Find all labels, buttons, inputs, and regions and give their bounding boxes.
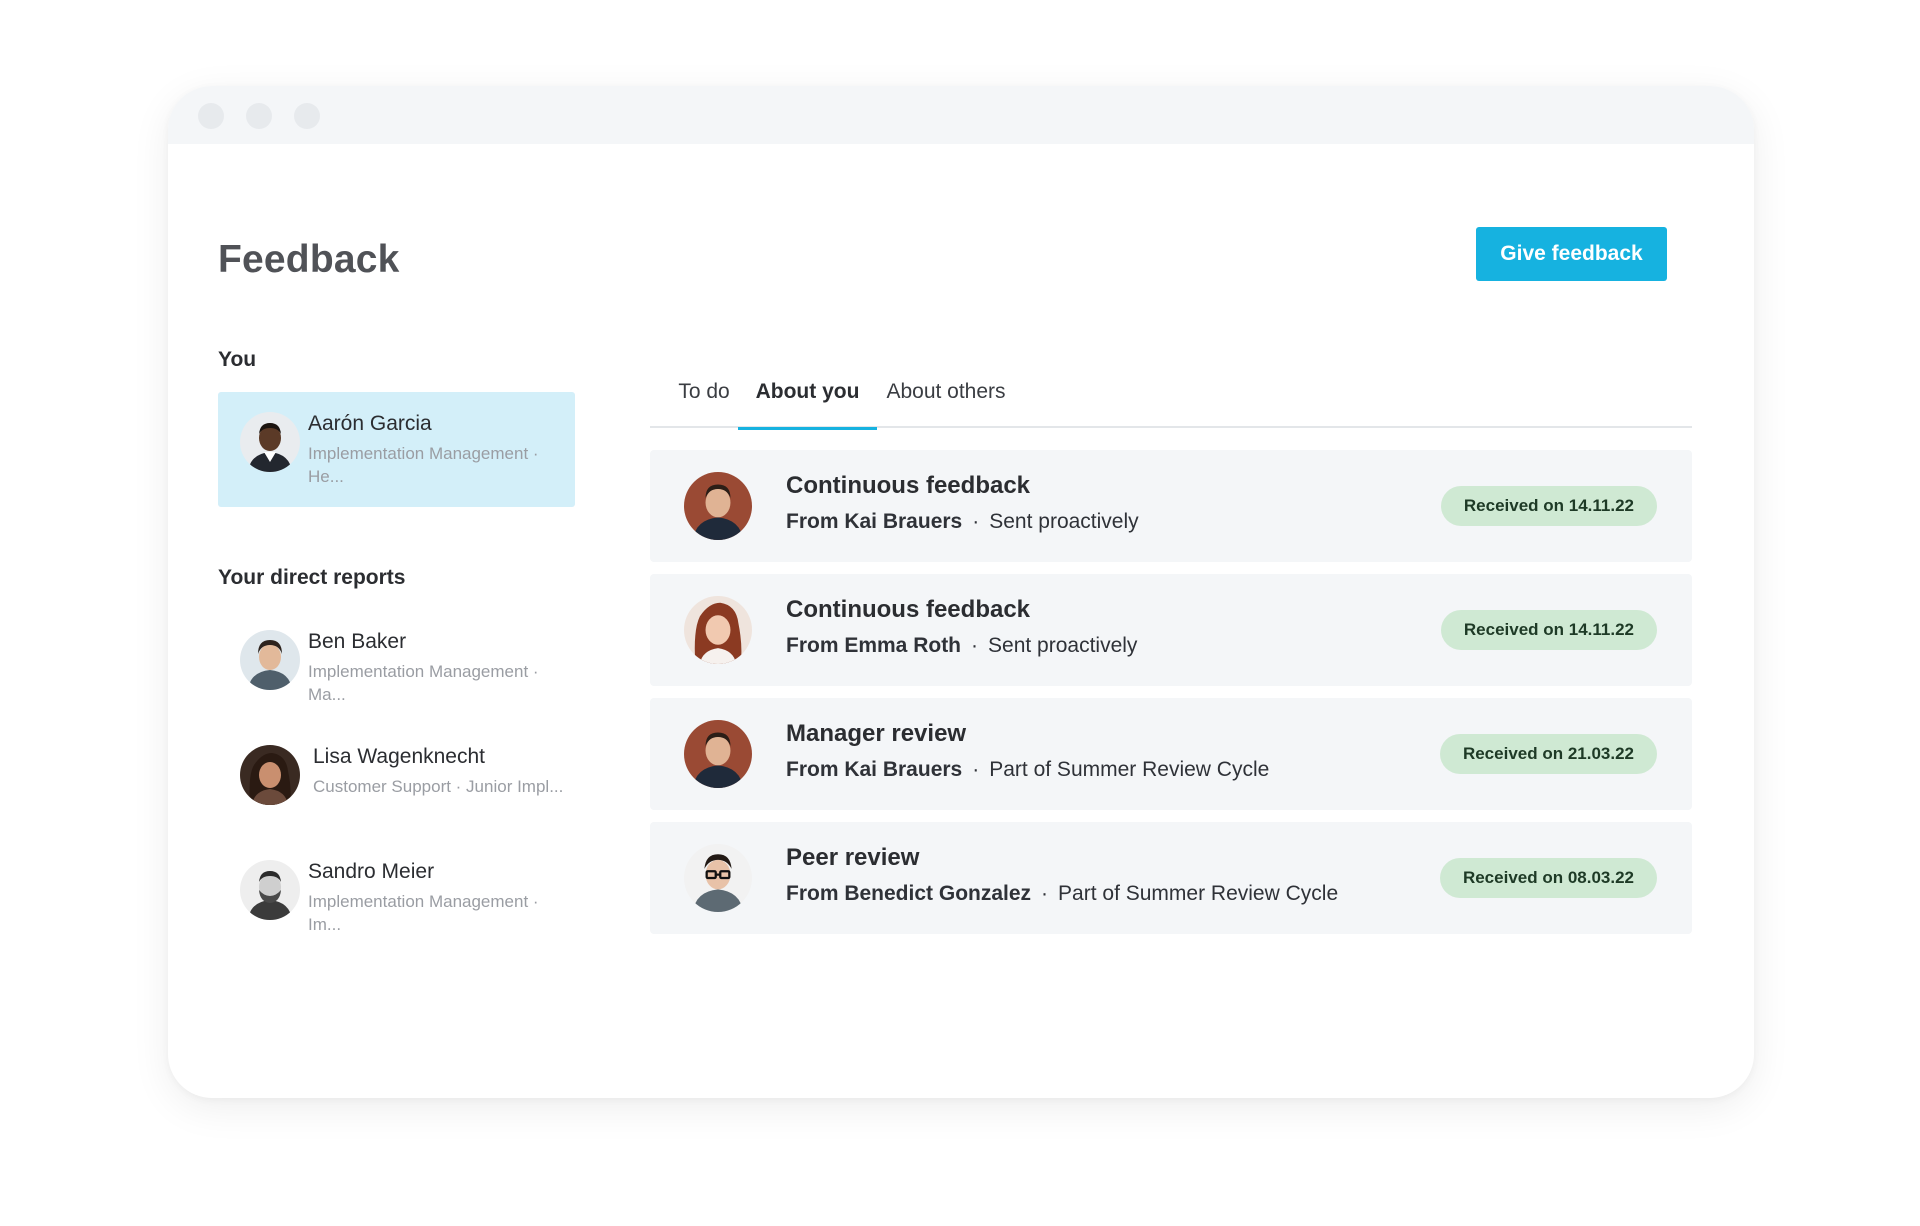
window-titlebar bbox=[168, 86, 1754, 144]
direct-reports-label: Your direct reports bbox=[218, 566, 406, 589]
avatar-ben-baker-icon bbox=[240, 630, 300, 690]
feedback-meta: From Kai Brauers · Sent proactively bbox=[786, 510, 1139, 534]
page-title: Feedback bbox=[218, 238, 400, 281]
tab-about-others[interactable]: About others bbox=[878, 356, 1014, 428]
feedback-item[interactable]: Continuous feedback From Emma Roth · Sent … bbox=[650, 574, 1692, 686]
feedback-title: Manager review bbox=[786, 720, 967, 747]
app-window: Feedback Give feedback You Aarón Garcia … bbox=[168, 86, 1754, 1098]
feedback-context: Part of Summer Review Cycle bbox=[1058, 882, 1339, 905]
tab-to-do[interactable]: To do bbox=[660, 356, 748, 428]
window-close-dot[interactable] bbox=[198, 103, 224, 129]
avatar-aaron-garcia-icon bbox=[240, 412, 300, 472]
feedback-context: Sent proactively bbox=[988, 634, 1138, 657]
feedback-title: Peer review bbox=[786, 844, 920, 871]
report-subtitle: Implementation Management · Ma... bbox=[308, 662, 539, 704]
avatar-lisa-wagenknecht-icon bbox=[240, 745, 300, 805]
feedback-from: From Emma Roth bbox=[786, 634, 962, 657]
feedback-tabs: To do About you About others bbox=[650, 356, 1692, 430]
meta-separator: · bbox=[971, 634, 979, 657]
avatar-kai-brauers-icon bbox=[684, 720, 752, 788]
meta-separator: · bbox=[972, 510, 980, 533]
meta-separator: · bbox=[1041, 882, 1049, 905]
report-name: Sandro Meier bbox=[308, 860, 435, 883]
avatar-emma-roth-icon bbox=[684, 596, 752, 664]
feedback-title: Continuous feedback bbox=[786, 472, 1031, 499]
self-name: Aarón Garcia bbox=[308, 412, 432, 435]
window-minimize-dot[interactable] bbox=[246, 103, 272, 129]
received-date-badge: Received on 08.03.22 bbox=[1439, 858, 1657, 898]
received-date-badge: Received on 14.11.22 bbox=[1440, 486, 1657, 526]
feedback-from: From Benedict Gonzalez bbox=[786, 882, 1032, 905]
tab-about-you[interactable]: About you bbox=[738, 356, 877, 430]
feedback-context: Sent proactively bbox=[989, 510, 1139, 533]
received-date-badge: Received on 14.11.22 bbox=[1440, 610, 1657, 650]
feedback-item[interactable]: Continuous feedback From Kai Brauers · Sen… bbox=[650, 450, 1692, 562]
feedback-context: Part of Summer Review Cycle bbox=[989, 758, 1270, 781]
feedback-meta: From Emma Roth · Sent proactively bbox=[786, 634, 1137, 658]
you-section-label: You bbox=[218, 348, 257, 371]
feedback-item[interactable]: Manager review From Kai Brauers · Part of … bbox=[650, 698, 1692, 810]
feedback-from: From Kai Brauers bbox=[786, 510, 963, 533]
direct-report-item[interactable]: Ben Baker Implementation Management · Ma… bbox=[218, 610, 575, 725]
direct-report-item[interactable]: Lisa Wagenknecht Customer Support · Juni… bbox=[218, 725, 575, 840]
feedback-title: Continuous feedback bbox=[786, 596, 1031, 623]
feedback-meta: From Kai Brauers · Part of Summer Review C… bbox=[786, 758, 1269, 782]
report-name: Ben Baker bbox=[308, 630, 407, 653]
report-subtitle: Implementation Management · Im... bbox=[308, 892, 539, 934]
report-subtitle: Customer Support · Junior Impl... bbox=[313, 777, 564, 796]
avatar-sandro-meier-icon bbox=[240, 860, 300, 920]
give-feedback-button[interactable]: Give feedback bbox=[1476, 227, 1667, 281]
feedback-meta: From Benedict Gonzalez · Part of Summer Re… bbox=[786, 882, 1338, 906]
avatar-benedict-gonzalez-icon bbox=[684, 844, 752, 912]
feedback-from: From Kai Brauers bbox=[786, 758, 963, 781]
feedback-item[interactable]: Peer review From Benedict Gonzalez · Part … bbox=[650, 822, 1692, 934]
received-date-badge: Received on 21.03.22 bbox=[1439, 734, 1657, 774]
window-zoom-dot[interactable] bbox=[294, 103, 320, 129]
self-subtitle: Implementation Management · He... bbox=[308, 444, 539, 486]
meta-separator: · bbox=[972, 758, 980, 781]
report-name: Lisa Wagenknecht bbox=[313, 745, 485, 768]
person-card-self[interactable]: Aarón Garcia Implementation Management ·… bbox=[218, 392, 575, 507]
avatar-kai-brauers-icon bbox=[684, 472, 752, 540]
direct-report-item[interactable]: Sandro Meier Implementation Management ·… bbox=[218, 840, 575, 955]
